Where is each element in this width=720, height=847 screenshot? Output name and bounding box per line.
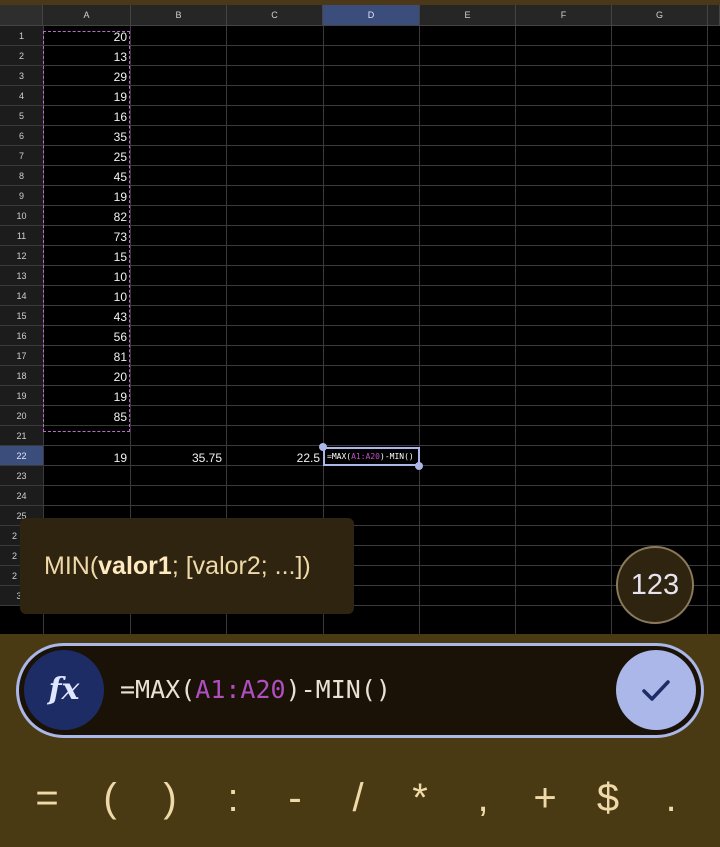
hint-function-name: MIN( [44, 552, 99, 580]
row-header[interactable]: 24 [0, 486, 43, 506]
row-header[interactable]: 3 [0, 66, 43, 86]
grid-line [43, 425, 720, 426]
column-header-c[interactable]: C [227, 5, 323, 26]
grid-line [43, 485, 720, 486]
numeric-keyboard-button[interactable]: 123 [616, 546, 694, 624]
grid-line [611, 26, 612, 635]
key-equals[interactable]: = [27, 770, 67, 826]
grid-line [43, 445, 720, 446]
key-colon[interactable]: : [213, 770, 253, 826]
row-header[interactable]: 17 [0, 346, 43, 366]
formula-range-highlight [43, 31, 130, 432]
grid-line [43, 265, 720, 266]
row-header[interactable]: 5 [0, 106, 43, 126]
grid-line [43, 365, 720, 366]
cell-a22[interactable]: 19 [43, 447, 130, 467]
column-header-d[interactable]: D [323, 5, 420, 26]
grid-line [43, 85, 720, 86]
grid-line [707, 26, 708, 635]
key-close-paren[interactable]: ) [150, 770, 190, 826]
cell-formula-suffix: )-MIN() [380, 452, 414, 461]
grid-line [43, 325, 720, 326]
grid-line [43, 105, 720, 106]
grid-line [43, 305, 720, 306]
column-header-g[interactable]: G [612, 5, 708, 26]
check-icon [642, 680, 670, 701]
row-header[interactable]: 10 [0, 206, 43, 226]
column-header-a[interactable]: A [43, 5, 131, 26]
function-button[interactable]: fx [24, 650, 104, 730]
key-dollar[interactable]: $ [588, 770, 628, 826]
row-header[interactable]: 13 [0, 266, 43, 286]
key-open-paren[interactable]: ( [90, 770, 130, 826]
confirm-button[interactable] [616, 650, 696, 730]
column-header-h[interactable] [708, 5, 720, 26]
cell-b22[interactable]: 35.75 [130, 447, 226, 467]
row-header[interactable]: 9 [0, 186, 43, 206]
cell-c22[interactable]: 22.5 [226, 447, 323, 467]
key-minus[interactable]: - [275, 770, 315, 826]
row-header[interactable]: 20 [0, 406, 43, 426]
cell-d22-editing[interactable]: =MAX(A1:A20)-MIN() [323, 447, 420, 466]
grid-line [43, 405, 720, 406]
grid-line [43, 185, 720, 186]
grid-line [43, 45, 720, 46]
hint-rest-args: ; [valor2; ...]) [171, 552, 311, 580]
column-header-e[interactable]: E [420, 5, 516, 26]
grid-line [43, 285, 720, 286]
key-plus[interactable]: + [525, 770, 565, 826]
grid-line [419, 26, 420, 635]
formula-suffix: )-MIN() [285, 675, 391, 704]
column-header-b[interactable]: B [131, 5, 227, 26]
function-hint-tooltip: MIN(valor1; [valor2; ...]) [20, 518, 354, 614]
row-header[interactable]: 21 [0, 426, 43, 446]
grid-line [43, 385, 720, 386]
grid-line [515, 26, 516, 635]
grid-line [43, 125, 720, 126]
fx-icon: fx [48, 672, 80, 707]
cell-formula-ref: A1:A20 [351, 452, 380, 461]
column-header-f[interactable]: F [516, 5, 612, 26]
row-header[interactable]: 6 [0, 126, 43, 146]
grid-line [43, 245, 720, 246]
row-header[interactable]: 1 [0, 26, 43, 46]
grid-line [43, 65, 720, 66]
row-header[interactable]: 7 [0, 146, 43, 166]
formula-ref: A1:A20 [195, 675, 286, 704]
grid-line [43, 165, 720, 166]
row-header[interactable]: 8 [0, 166, 43, 186]
row-header[interactable]: 19 [0, 386, 43, 406]
key-period[interactable]: . [651, 770, 691, 826]
hint-current-arg: valor1 [98, 552, 172, 580]
selection-handle-bottom[interactable] [415, 462, 423, 470]
row-header[interactable]: 11 [0, 226, 43, 246]
key-comma[interactable]: , [463, 770, 503, 826]
grid-line [43, 345, 720, 346]
row-header[interactable]: 22 [0, 446, 43, 466]
row-header[interactable]: 15 [0, 306, 43, 326]
row-header[interactable]: 4 [0, 86, 43, 106]
grid-line [43, 505, 720, 506]
row-header[interactable]: 14 [0, 286, 43, 306]
formula-input[interactable]: =MAX(A1:A20)-MIN() [120, 670, 391, 710]
row-header[interactable]: 12 [0, 246, 43, 266]
grid-line [43, 145, 720, 146]
key-slash[interactable]: / [338, 770, 378, 826]
selection-handle-top[interactable] [319, 443, 327, 451]
row-header[interactable]: 16 [0, 326, 43, 346]
symbol-key-row: = ( ) : - / * , + $ . [0, 770, 720, 826]
row-header[interactable]: 18 [0, 366, 43, 386]
cell-formula-prefix: =MAX( [327, 452, 352, 461]
row-header[interactable]: 2 [0, 46, 43, 66]
key-asterisk[interactable]: * [400, 770, 440, 826]
grid-line [43, 225, 720, 226]
row-header[interactable]: 23 [0, 466, 43, 486]
formula-prefix: =MAX( [120, 675, 196, 704]
select-all-corner[interactable] [0, 5, 43, 26]
grid-line [43, 205, 720, 206]
